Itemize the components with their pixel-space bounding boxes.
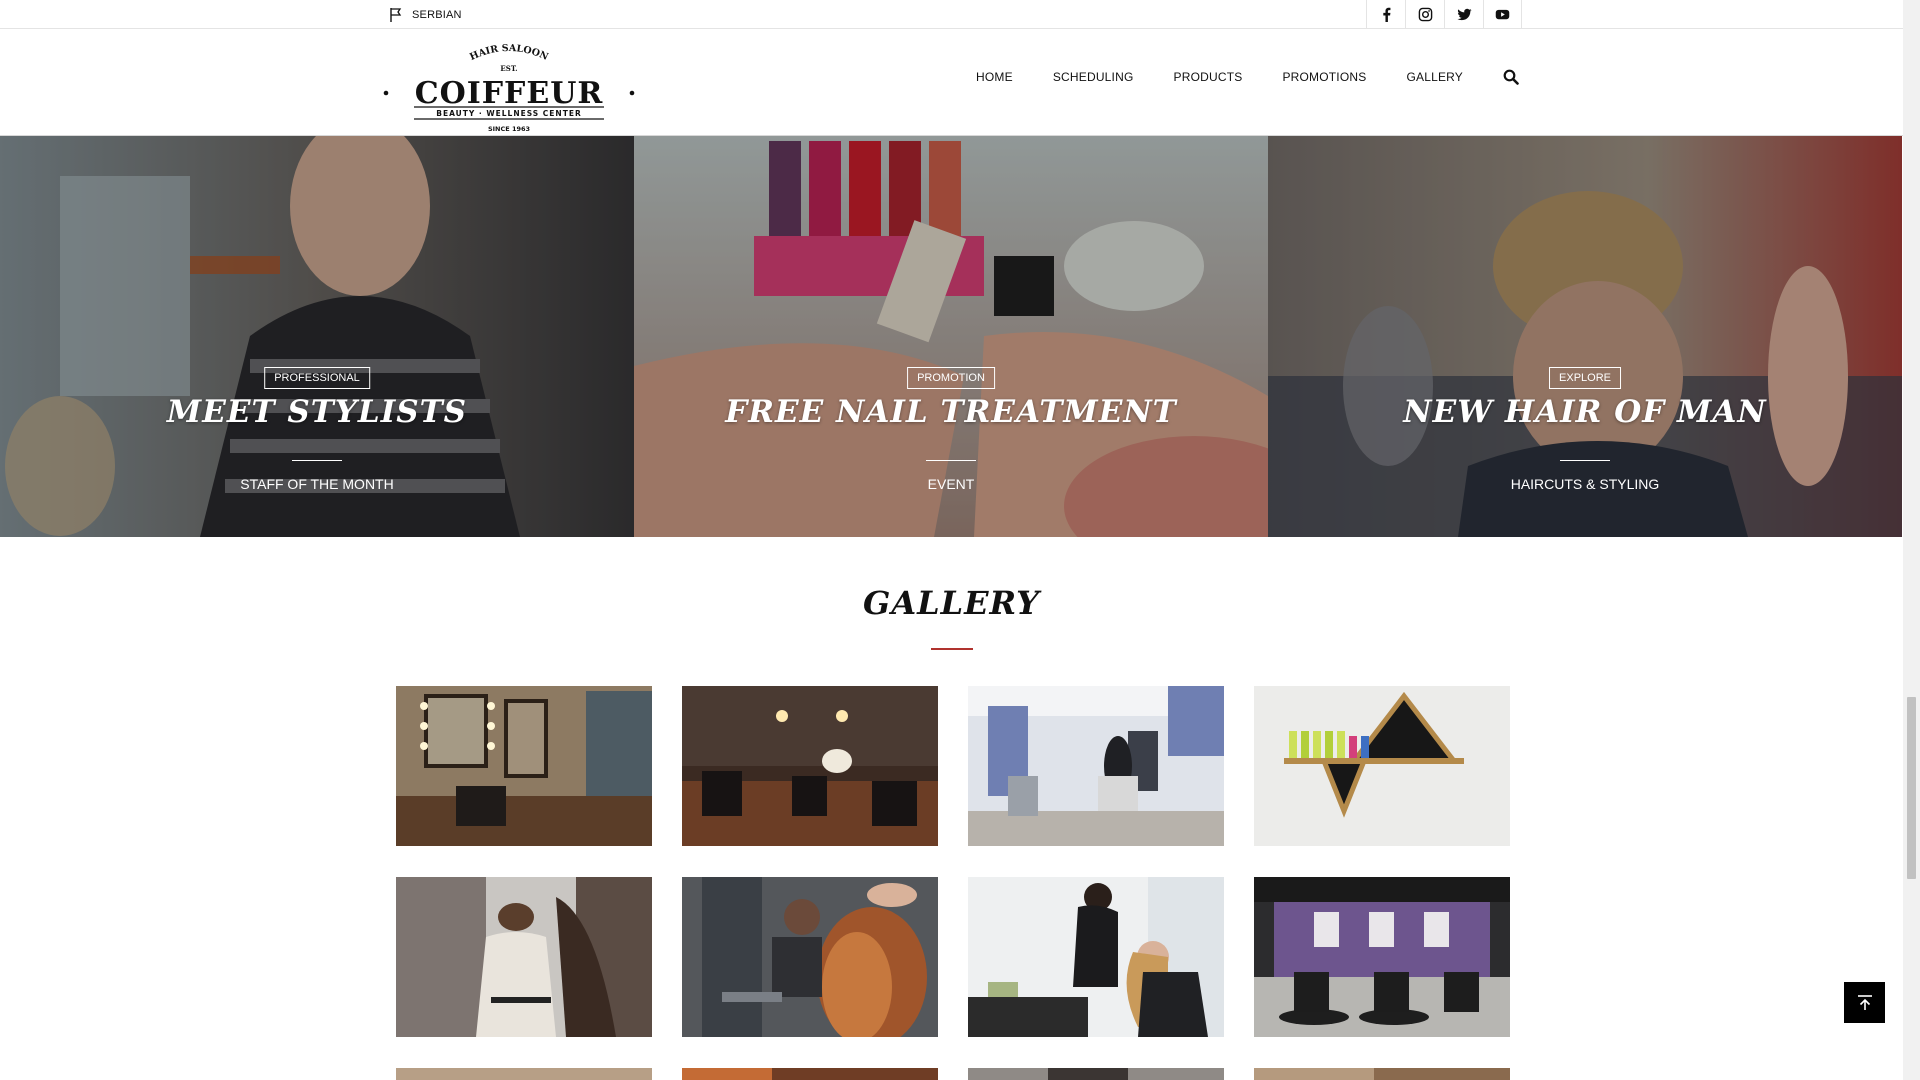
svg-text:HAIR SALOON: HAIR SALOON — [468, 43, 550, 63]
gallery-image[interactable] — [1254, 1068, 1510, 1080]
site-header: HAIR SALOON EST. COIFFEUR BEAUTY · WELLN… — [0, 29, 1903, 136]
card-subtitle: HAIRCUTS & STYLING — [1510, 476, 1660, 492]
card-title: FREE NAIL TREATMENT — [725, 394, 1177, 430]
card-title: MEET STYLISTS — [166, 394, 468, 430]
card-divider — [292, 460, 342, 461]
svg-text:COIFFEUR: COIFFEUR — [415, 76, 604, 111]
nav-products[interactable]: PRODUCTS — [1174, 70, 1243, 84]
facebook-icon — [1382, 7, 1390, 22]
top-bar: SERBIAN — [0, 0, 1903, 29]
nav-gallery[interactable]: GALLERY — [1406, 70, 1463, 84]
gallery-image[interactable] — [968, 877, 1224, 1037]
gallery-image[interactable] — [1254, 686, 1510, 846]
card-subtitle: EVENT — [927, 476, 975, 492]
arrow-up-icon — [1857, 994, 1872, 1010]
gallery-divider — [931, 648, 973, 650]
svg-text:BEAUTY · WELLNESS CENTER: BEAUTY · WELLNESS CENTER — [436, 109, 581, 118]
nav-promotions[interactable]: PROMOTIONS — [1282, 70, 1366, 84]
coiffeur-logo: HAIR SALOON EST. COIFFEUR BEAUTY · WELLN… — [383, 43, 635, 133]
gallery-image[interactable] — [396, 686, 652, 846]
card-tag: PROMOTION — [907, 367, 995, 389]
nav-scheduling[interactable]: SCHEDULING — [1053, 70, 1134, 84]
gallery-image[interactable] — [396, 1068, 652, 1080]
youtube-link[interactable] — [1483, 0, 1522, 29]
flag-icon — [390, 8, 402, 22]
main-nav: HOME SCHEDULING PRODUCTS PROMOTIONS GALL… — [976, 69, 1519, 85]
svg-text:SINCE 1963: SINCE 1963 — [488, 125, 530, 133]
hero-card-stylists[interactable]: PROFESSIONAL MEET STYLISTS STAFF OF THE … — [0, 136, 634, 537]
twitter-icon — [1456, 8, 1472, 21]
svg-text:EST.: EST. — [500, 64, 517, 73]
gallery-heading: GALLERY — [863, 584, 1040, 622]
page-scrollbar[interactable] — [1903, 0, 1920, 1080]
social-links — [1366, 0, 1522, 29]
back-to-top-button[interactable] — [1844, 982, 1885, 1023]
scrollbar-thumb[interactable] — [1907, 697, 1916, 879]
hero-cards: PROFESSIONAL MEET STYLISTS STAFF OF THE … — [0, 136, 1903, 537]
search-icon[interactable] — [1503, 69, 1519, 85]
language-label: SERBIAN — [412, 9, 462, 21]
card-tag: EXPLORE — [1549, 367, 1621, 389]
instagram-link[interactable] — [1405, 0, 1444, 29]
youtube-icon — [1495, 9, 1510, 20]
nav-home[interactable]: HOME — [976, 70, 1013, 84]
hero-card-nails[interactable]: PROMOTION FREE NAIL TREATMENT EVENT — [634, 136, 1268, 537]
card-tag: PROFESSIONAL — [264, 367, 370, 389]
gallery-image[interactable] — [1254, 877, 1510, 1037]
gallery-image[interactable] — [682, 877, 938, 1037]
gallery-image[interactable] — [682, 686, 938, 846]
gallery-image[interactable] — [968, 686, 1224, 846]
gallery-image[interactable] — [396, 877, 652, 1037]
instagram-icon — [1418, 7, 1432, 22]
card-subtitle: STAFF OF THE MONTH — [240, 476, 394, 492]
language-switcher[interactable]: SERBIAN — [388, 4, 462, 26]
hero-card-men-hair[interactable]: EXPLORE NEW HAIR OF MAN HAIRCUTS & STYLI… — [1268, 136, 1902, 537]
twitter-link[interactable] — [1444, 0, 1483, 29]
card-divider — [926, 460, 976, 461]
card-title: NEW HAIR OF MAN — [1403, 394, 1767, 430]
site-logo[interactable]: HAIR SALOON EST. COIFFEUR BEAUTY · WELLN… — [382, 39, 636, 134]
card-divider — [1560, 460, 1610, 461]
facebook-link[interactable] — [1366, 0, 1405, 29]
gallery-image[interactable] — [968, 1068, 1224, 1080]
gallery-image[interactable] — [682, 1068, 938, 1080]
